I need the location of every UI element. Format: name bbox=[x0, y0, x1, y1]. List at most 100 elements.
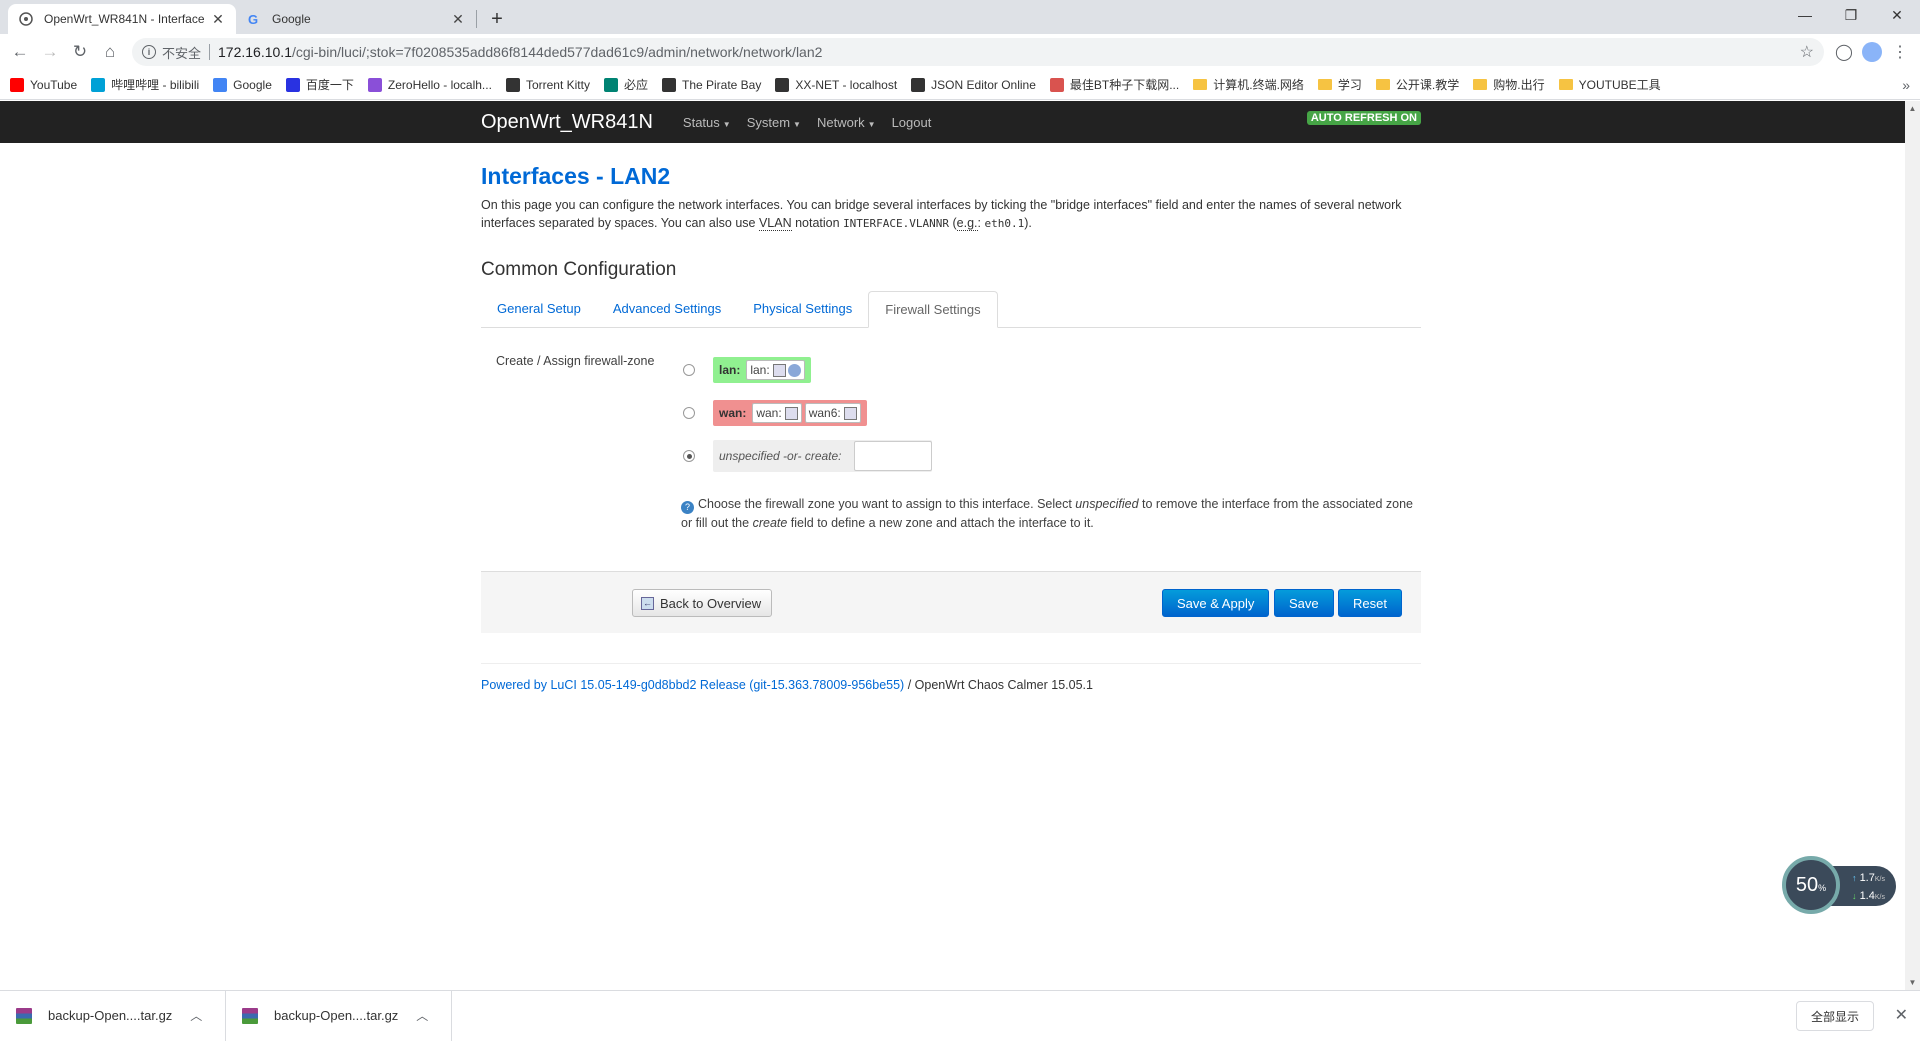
radio-unspecified[interactable] bbox=[683, 450, 695, 462]
bookmark-item[interactable]: 学习 bbox=[1317, 76, 1362, 93]
chevron-up-icon[interactable]: ︿ bbox=[416, 1007, 428, 1024]
menu-status-label: Status bbox=[682, 114, 720, 130]
menu-logout[interactable]: Logout bbox=[892, 115, 932, 130]
bookmarks-overflow-icon[interactable]: » bbox=[1902, 77, 1910, 93]
new-tab-button[interactable]: + bbox=[483, 5, 511, 33]
avatar-icon bbox=[1862, 42, 1882, 62]
wireless-icon bbox=[787, 363, 801, 377]
menu-system[interactable]: System ▼ bbox=[747, 115, 801, 130]
extension-icon[interactable]: ◯ bbox=[1830, 38, 1858, 66]
page-scrollbar[interactable]: ▲ ▼ bbox=[1905, 101, 1920, 990]
profile-avatar[interactable] bbox=[1858, 38, 1886, 66]
info-icon[interactable]: i bbox=[142, 45, 156, 59]
bookmark-item[interactable]: YOUTUBE工具 bbox=[1558, 76, 1661, 93]
close-tab-icon[interactable]: ✕ bbox=[210, 11, 226, 28]
download-item[interactable]: backup-Open....tar.gz ︿ bbox=[0, 990, 226, 1041]
bookmark-item[interactable]: 计算机.终端.网络 bbox=[1193, 76, 1304, 93]
bookmark-item[interactable]: 最佳BT种子下载网... bbox=[1049, 76, 1180, 93]
url-path: /cgi-bin/luci/;stok=7f0208535add86f8144d… bbox=[291, 44, 823, 60]
bookmark-item[interactable]: Torrent Kitty bbox=[505, 77, 590, 92]
bookmark-label: Torrent Kitty bbox=[525, 77, 590, 92]
menu-network-label: Network bbox=[816, 114, 865, 130]
bookmark-label: YOUTUBE工具 bbox=[1578, 78, 1661, 92]
menu-status[interactable]: Status ▼ bbox=[683, 115, 731, 130]
tab-physical-settings[interactable]: Physical Settings bbox=[737, 291, 868, 327]
save-apply-button[interactable]: Save & Apply bbox=[1162, 589, 1270, 617]
bookmark-label: YouTube bbox=[30, 77, 78, 92]
close-tab-icon[interactable]: ✕ bbox=[450, 11, 466, 28]
zone-badge-wan[interactable]: wan: wan: wan6: bbox=[713, 400, 867, 426]
back-arrow-icon[interactable]: ← bbox=[6, 38, 34, 66]
page-footer: Powered by LuCI 15.05-149-g0d8bbd2 Relea… bbox=[481, 678, 1421, 692]
minimize-button[interactable]: — bbox=[1782, 0, 1828, 30]
restore-button[interactable]: ❐ bbox=[1828, 0, 1874, 30]
create-zone-input[interactable] bbox=[853, 441, 932, 471]
tab-general-setup[interactable]: General Setup bbox=[481, 291, 597, 327]
bookmark-item[interactable]: 公开课.教学 bbox=[1375, 76, 1460, 93]
bookmark-item[interactable]: The Pirate Bay bbox=[661, 77, 761, 92]
download-item[interactable]: backup-Open....tar.gz ︿ bbox=[226, 990, 452, 1041]
bookmark-item[interactable]: Google bbox=[213, 77, 272, 92]
radio-wan[interactable] bbox=[683, 407, 695, 419]
browser-tab-openwrt[interactable]: OpenWrt_WR841N - Interface ✕ bbox=[8, 4, 236, 34]
close-window-button[interactable]: ✕ bbox=[1874, 0, 1920, 30]
bookmark-item[interactable]: ZeroHello - localh... bbox=[367, 77, 492, 92]
menu-network[interactable]: Network ▼ bbox=[817, 115, 876, 130]
bookmark-label: 必应 bbox=[623, 78, 648, 92]
home-icon[interactable]: ⌂ bbox=[96, 38, 124, 66]
chevron-up-icon[interactable]: ︿ bbox=[190, 1007, 202, 1024]
back-to-overview-button[interactable]: ← Back to Overview bbox=[632, 589, 773, 617]
reload-icon[interactable]: ↻ bbox=[66, 38, 94, 66]
footer-version: / OpenWrt Chaos Calmer 15.05.1 bbox=[904, 678, 1093, 692]
bookmark-item[interactable]: YouTube bbox=[10, 77, 78, 92]
save-button[interactable]: Save bbox=[1274, 589, 1334, 617]
bookmarks-bar: YouTube 哔哩哔哩 - bilibili Google 百度一下 ZeroHell… bbox=[0, 70, 1920, 100]
router-brand[interactable]: OpenWrt_WR841N bbox=[481, 111, 653, 134]
bookmark-item[interactable]: 购物.出行 bbox=[1473, 76, 1545, 93]
chip-label: wan6: bbox=[808, 406, 841, 420]
download-filename: backup-Open....tar.gz bbox=[48, 1008, 173, 1023]
browser-tabstrip: OpenWrt_WR841N - Interface ✕ G Google ✕ … bbox=[0, 0, 1920, 34]
show-all-downloads-button[interactable]: 全部显示 bbox=[1795, 1001, 1874, 1031]
bookmark-label: 最佳BT种子下载网... bbox=[1069, 78, 1180, 92]
luci-header: OpenWrt_WR841N Status ▼ System ▼ Network ▼ … bbox=[0, 101, 1905, 143]
bookmark-label: 哔哩哔哩 - bilibili bbox=[111, 78, 200, 92]
bookmark-item[interactable]: 哔哩哔哩 - bilibili bbox=[91, 76, 199, 93]
section-title: Common Configuration bbox=[481, 259, 677, 280]
auto-refresh-badge[interactable]: AUTO REFRESH ON bbox=[1306, 111, 1421, 125]
network-speed-widget[interactable]: 50% ↑ 1.7K/s ↓ 1.4K/s bbox=[1782, 856, 1902, 916]
help-em-create: create bbox=[752, 516, 788, 530]
tab-title: Google bbox=[272, 12, 311, 26]
menu-kebab-icon[interactable]: ⋮ bbox=[1886, 38, 1914, 66]
bookmark-item[interactable]: 百度一下 bbox=[285, 76, 354, 93]
address-bar[interactable]: i 不安全 172.16.10.1 /cgi-bin/luci/;stok=7f… bbox=[132, 38, 1824, 66]
luci-link[interactable]: Powered by LuCI 15.05-149-g0d8bbd2 Relea… bbox=[481, 678, 904, 692]
zone-row-wan: wan: wan: wan6: bbox=[681, 395, 932, 431]
tab-advanced-settings[interactable]: Advanced Settings bbox=[597, 291, 737, 327]
ethernet-port-icon bbox=[784, 406, 798, 420]
zone-name-wan: wan: bbox=[719, 406, 747, 420]
chevron-down-icon: ▼ bbox=[722, 119, 731, 129]
forward-arrow-icon[interactable]: → bbox=[36, 38, 64, 66]
close-shelf-icon[interactable]: ✕ bbox=[1895, 1005, 1908, 1025]
chevron-down-icon: ▼ bbox=[867, 119, 876, 129]
bookmark-item[interactable]: XX-NET - localhost bbox=[775, 77, 897, 92]
insecure-label: 不安全 bbox=[162, 45, 202, 61]
bookmark-item[interactable]: 必应 bbox=[603, 76, 648, 93]
scroll-down-icon[interactable]: ▼ bbox=[1905, 975, 1920, 990]
kitty-icon bbox=[505, 77, 520, 92]
browser-tab-google[interactable]: G Google ✕ bbox=[236, 4, 476, 34]
bookmark-star-icon[interactable]: ☆ bbox=[1800, 42, 1814, 62]
xxnet-icon bbox=[775, 77, 790, 92]
firewall-zone-field: Create / Assign firewall-zone lan: lan: … bbox=[481, 352, 1421, 481]
zone-badge-lan[interactable]: lan: lan: bbox=[713, 357, 811, 383]
google-icon bbox=[213, 77, 228, 92]
scroll-up-icon[interactable]: ▲ bbox=[1905, 101, 1920, 116]
tab-firewall-settings[interactable]: Firewall Settings bbox=[868, 291, 998, 328]
bookmark-item[interactable]: JSON Editor Online bbox=[911, 77, 1036, 92]
bookmark-label: 公开课.教学 bbox=[1395, 78, 1460, 92]
page-title: Interfaces - LAN2 bbox=[481, 163, 671, 189]
reset-button[interactable]: Reset bbox=[1338, 589, 1402, 617]
radio-lan[interactable] bbox=[683, 364, 695, 376]
bookmark-label: 百度一下 bbox=[305, 78, 354, 92]
